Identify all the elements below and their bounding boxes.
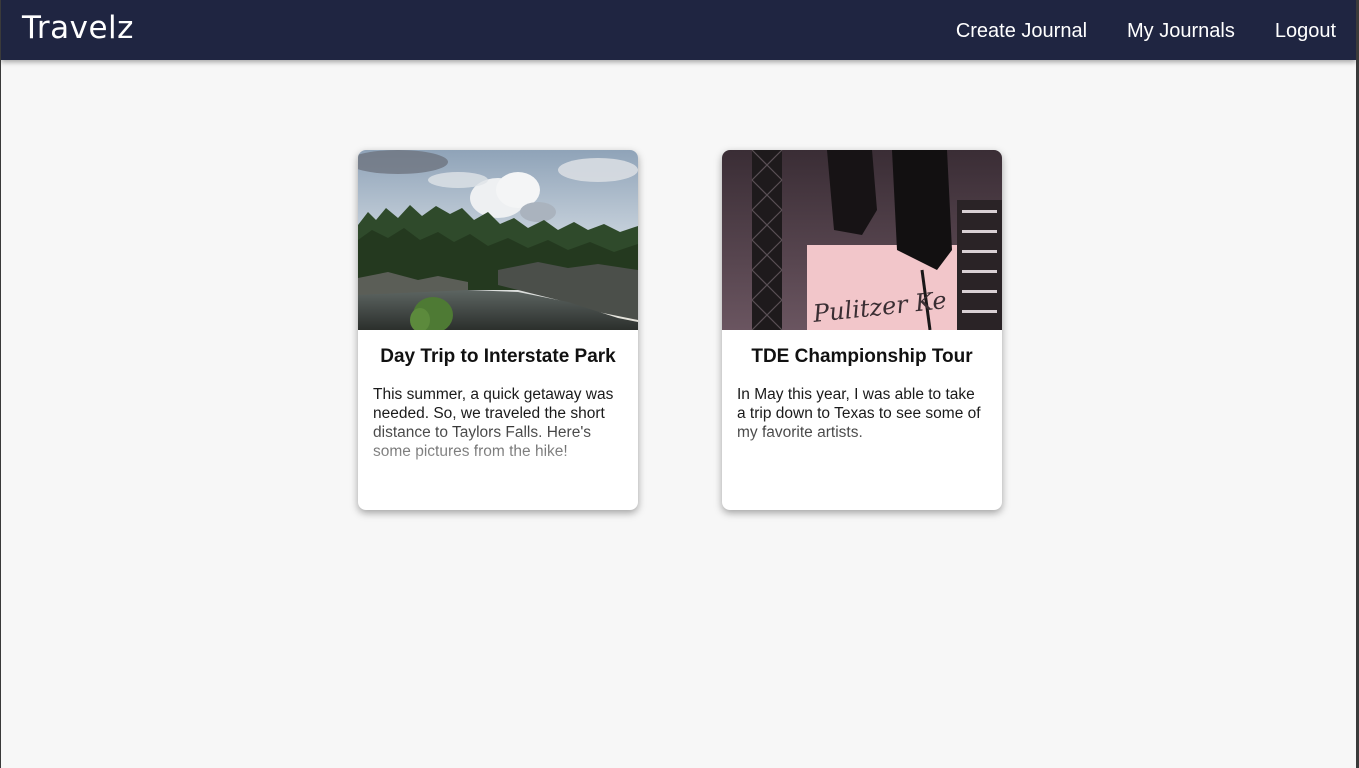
nav-my-journals-link[interactable]: My Journals (1127, 20, 1235, 43)
navbar: Travelz Create Journal My Journals Logou… (1, 0, 1356, 60)
journal-card-tde-tour[interactable]: Pulitzer Ke TDE Championship Tour In May… (722, 150, 1002, 510)
journal-card-description: In May this year, I was able to take a t… (737, 386, 981, 441)
journal-card-title: TDE Championship Tour (751, 346, 973, 367)
nav-links: Create Journal My Journals Logout (956, 20, 1336, 43)
brand-logo[interactable]: Travelz (22, 10, 134, 46)
nav-logout-link[interactable]: Logout (1275, 20, 1336, 43)
landscape-photo (358, 150, 638, 330)
concert-photo: Pulitzer Ke (722, 150, 1002, 330)
journal-card-title: Day Trip to Interstate Park (380, 346, 616, 367)
app-window: Travelz Create Journal My Journals Logou… (0, 0, 1359, 768)
journal-card-interstate-park[interactable]: Day Trip to Interstate Park This summer,… (358, 150, 638, 510)
nav-create-journal-link[interactable]: Create Journal (956, 20, 1087, 43)
journal-card-description: This summer, a quick getaway was needed.… (373, 386, 614, 460)
